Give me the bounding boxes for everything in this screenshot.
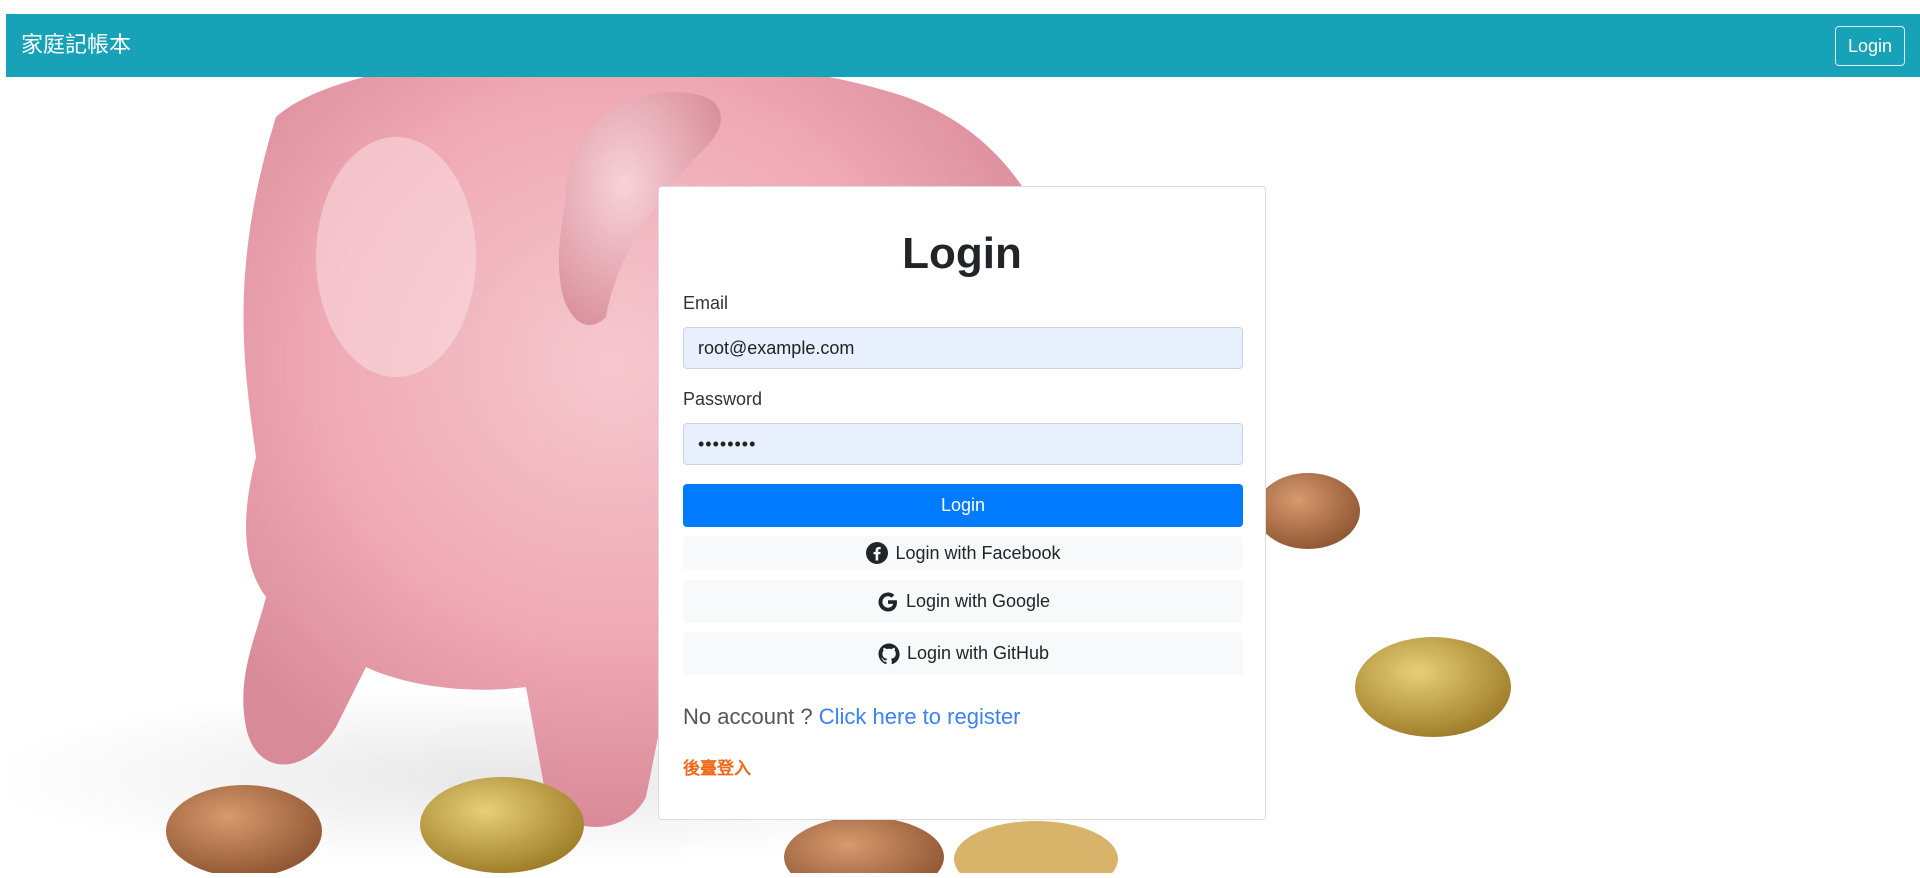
email-label: Email bbox=[683, 293, 729, 313]
password-field[interactable]: •••••••• bbox=[683, 423, 1243, 465]
facebook-icon bbox=[866, 542, 889, 564]
email-field[interactable]: root@example.com bbox=[683, 327, 1243, 369]
coin-mixed-1 bbox=[954, 821, 1118, 873]
login-facebook-button[interactable]: Login with Facebook bbox=[683, 536, 1243, 570]
register-row: No account ? Click here to register bbox=[683, 704, 1021, 730]
coin-copper-1 bbox=[166, 785, 322, 873]
no-account-text: No account ? bbox=[683, 704, 813, 729]
coin-copper-3 bbox=[1256, 473, 1360, 549]
register-link[interactable]: Click here to register bbox=[819, 704, 1021, 729]
brand-title[interactable]: 家庭記帳本 bbox=[21, 14, 131, 77]
coin-gold-2 bbox=[1355, 637, 1511, 737]
github-button-label: Login with GitHub bbox=[906, 643, 1050, 663]
coin-gold-1 bbox=[420, 777, 584, 873]
admin-login-link[interactable]: 後臺登入 bbox=[683, 754, 751, 779]
login-submit-button[interactable]: Login bbox=[683, 484, 1243, 527]
login-github-button[interactable]: Login with GitHub bbox=[683, 632, 1243, 675]
login-card: Login Email root@example.com Password ••… bbox=[658, 186, 1266, 820]
github-icon bbox=[878, 643, 900, 664]
facebook-button-label: Login with Facebook bbox=[895, 542, 1061, 563]
login-google-button[interactable]: Login with Google bbox=[683, 580, 1243, 623]
navbar-login-button[interactable]: Login bbox=[1834, 26, 1905, 66]
google-button-label: Login with Google bbox=[905, 591, 1051, 611]
navbar: 家庭記帳本 Login bbox=[6, 14, 1920, 77]
password-label: Password bbox=[683, 389, 763, 409]
top-strip bbox=[0, 0, 1920, 14]
piggy-highlight bbox=[316, 137, 476, 377]
google-icon bbox=[878, 592, 897, 611]
login-title: Login bbox=[902, 229, 1022, 278]
